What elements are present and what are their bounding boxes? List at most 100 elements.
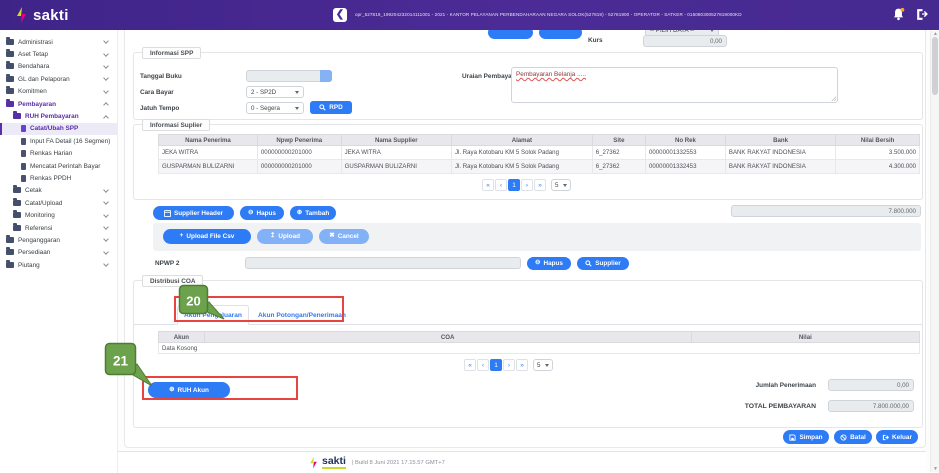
sidebar-item-ruh-pembayaran[interactable]: RUH Pembayaran — [0, 110, 117, 122]
sidebar-item-administrasi[interactable]: Administrasi — [0, 36, 117, 48]
sidebar-item-cetak[interactable]: Cetak — [0, 185, 117, 197]
sidebar-item-pembayaran[interactable]: Pembayaran — [0, 98, 117, 110]
folder-icon — [6, 39, 14, 45]
file-icon — [21, 163, 26, 170]
search-icon — [319, 104, 326, 111]
plus-circle-icon: ⊕ — [169, 387, 174, 394]
hapus-npwp2-button[interactable]: ⊖Hapus — [527, 257, 571, 270]
sidebar-item-aset-tetap[interactable]: Aset Tetap — [0, 48, 117, 60]
chevron-down-icon — [103, 237, 109, 243]
sidebar-item-komitmen[interactable]: Komitmen — [0, 86, 117, 98]
simpan-button[interactable]: Simpan — [783, 430, 829, 444]
resize-handle[interactable] — [831, 96, 836, 101]
chevron-down-icon — [103, 199, 109, 205]
tab-akun-potongan-penerimaan[interactable]: Akun Potongan/Penerimaan — [252, 305, 352, 325]
supplier-table-row[interactable]: GUSPARMAN BULIZARNI000000000201000 GUSPA… — [159, 160, 920, 174]
chevron-down-icon — [103, 224, 109, 230]
back-button[interactable]: ❮ — [333, 8, 347, 22]
sidebar-item-renkas-ppdh[interactable]: Renkas PPDH — [0, 172, 117, 184]
sidebar-item-bendahara[interactable]: Bendahara — [0, 61, 117, 73]
file-icon — [21, 150, 26, 157]
logout-icon[interactable] — [915, 8, 929, 21]
bell-icon[interactable] — [892, 7, 905, 21]
cancel-button[interactable]: ✖Cancel — [319, 229, 369, 244]
sidebar-item-persediaan[interactable]: Persediaan — [0, 247, 117, 259]
supplier-search-button[interactable]: Supplier — [577, 257, 629, 270]
hapus-supplier-button[interactable]: ⊖Hapus — [240, 206, 284, 220]
pagination-prev-button[interactable]: ‹ — [477, 359, 489, 371]
tambah-supplier-button[interactable]: ⊕Tambah — [290, 206, 336, 220]
jatuh-tempo-select[interactable]: 0 - Segera — [246, 102, 304, 114]
folder-icon — [6, 88, 14, 94]
scroll-down-arrow[interactable]: ▼ — [933, 466, 938, 472]
chevron-down-icon — [103, 249, 109, 255]
pagination-last-button[interactable]: » — [534, 179, 546, 191]
app-logo: sakti — [0, 7, 120, 24]
page-size-select[interactable]: 5 — [551, 179, 571, 191]
x-icon: ✖ — [329, 233, 334, 240]
informasi-spp-legend: Informasi SPP — [142, 47, 201, 59]
sidebar-item-penganggaran[interactable]: Penganggaran — [0, 234, 117, 246]
keluar-button[interactable]: Keluar — [876, 430, 918, 444]
sidebar-item-gl-dan-pelaporan[interactable]: GL dan Pelaporan — [0, 73, 117, 85]
folder-icon — [13, 187, 21, 193]
search-icon — [585, 260, 592, 267]
save-icon — [789, 434, 796, 441]
upload-button[interactable]: ↥Upload — [257, 229, 313, 244]
pagination-next-button[interactable]: › — [503, 359, 515, 371]
pagination-last-button[interactable]: » — [516, 359, 528, 371]
sidebar-item-catat-ubah-spp[interactable]: Catat/Ubah SPP — [0, 123, 117, 135]
supplier-table-row[interactable]: JEKA WITRA000000000201000 JEKA WITRAJl. … — [159, 146, 920, 160]
pagination-page-1[interactable]: 1 — [508, 179, 520, 191]
coa-pagination: « ‹ 1 › » 5 — [464, 359, 553, 371]
supplier-header-button[interactable]: Supplier Header — [153, 206, 234, 220]
rpd-button[interactable]: RPD — [310, 101, 352, 114]
pagination-first-button[interactable]: « — [482, 179, 494, 191]
sidebar-item-renkas-harian[interactable]: Renkas Harian — [0, 148, 117, 160]
file-icon — [21, 175, 26, 182]
page-footer: sakti | Build 8 Juni 2021 17.15.57 GMT+7 — [118, 451, 926, 473]
chevron-down-icon — [295, 107, 299, 110]
npwp2-input[interactable] — [245, 257, 521, 269]
distribusi-coa-section: Distribusi COA Akun Pengeluaran Akun Pot… — [133, 280, 923, 428]
sidebar-item-input-fa-detail[interactable]: Input FA Detail (16 Segmen) — [0, 135, 117, 147]
pagination-page-1[interactable]: 1 — [490, 359, 502, 371]
tanggal-buku-input[interactable] — [246, 70, 332, 82]
tab-akun-pengeluaran[interactable]: Akun Pengeluaran — [177, 305, 249, 325]
scrollbar-thumb[interactable] — [932, 37, 938, 95]
sidebar-item-monitoring[interactable]: Monitoring — [0, 209, 117, 221]
pagination-next-button[interactable]: › — [521, 179, 533, 191]
informasi-suplier-section: Informasi Suplier Nama PenerimaNpwp Pene… — [133, 124, 923, 200]
top-cropped-button-2[interactable] — [539, 30, 582, 39]
total-pembayaran-label: TOTAL PEMBAYARAN — [674, 403, 816, 410]
ruh-akun-button[interactable]: ⊕RUH Akun — [148, 382, 230, 398]
pagination-prev-button[interactable]: ‹ — [495, 179, 507, 191]
chevron-up-icon — [103, 102, 109, 108]
upload-file-csv-button[interactable]: +Upload File Csv — [163, 229, 251, 244]
exit-icon — [882, 434, 889, 441]
jumlah-penerimaan-label: Jumlah Penerimaan — [694, 382, 816, 389]
file-icon — [21, 125, 26, 132]
sidebar-item-catat-upload[interactable]: Catat/Upload — [0, 197, 117, 209]
chevron-down-icon — [545, 364, 549, 367]
vertical-scrollbar[interactable]: ▲ ▼ — [930, 31, 939, 472]
sidebar-item-mencatat-perintah-bayar[interactable]: Mencatat Perintah Bayar — [0, 160, 117, 172]
coa-empty-row: Data Kosong — [159, 343, 920, 354]
cara-bayar-select[interactable]: 2 - SP2D — [246, 86, 304, 98]
uraian-pembayaran-textarea[interactable]: Pembayaran Belanja ..... — [511, 67, 838, 103]
folder-icon — [6, 262, 14, 268]
sidebar-item-referensi[interactable]: Referensi — [0, 222, 117, 234]
folder-icon — [6, 63, 14, 69]
chevron-down-icon — [103, 38, 109, 44]
batal-button[interactable]: Batal — [834, 430, 872, 444]
top-cropped-button-1[interactable] — [488, 30, 533, 39]
minus-circle-icon: ⊖ — [535, 260, 540, 267]
sidebar-item-piutang[interactable]: Piutang — [0, 259, 117, 271]
kurs-input[interactable]: 0,00 — [643, 35, 727, 47]
page-size-select[interactable]: 5 — [533, 359, 553, 371]
pagination-first-button[interactable]: « — [464, 359, 476, 371]
cara-bayar-label: Cara Bayar — [140, 89, 174, 96]
calendar-button[interactable] — [320, 70, 332, 82]
chevron-down-icon — [103, 187, 109, 193]
kurs-label: Kurs — [588, 37, 603, 44]
